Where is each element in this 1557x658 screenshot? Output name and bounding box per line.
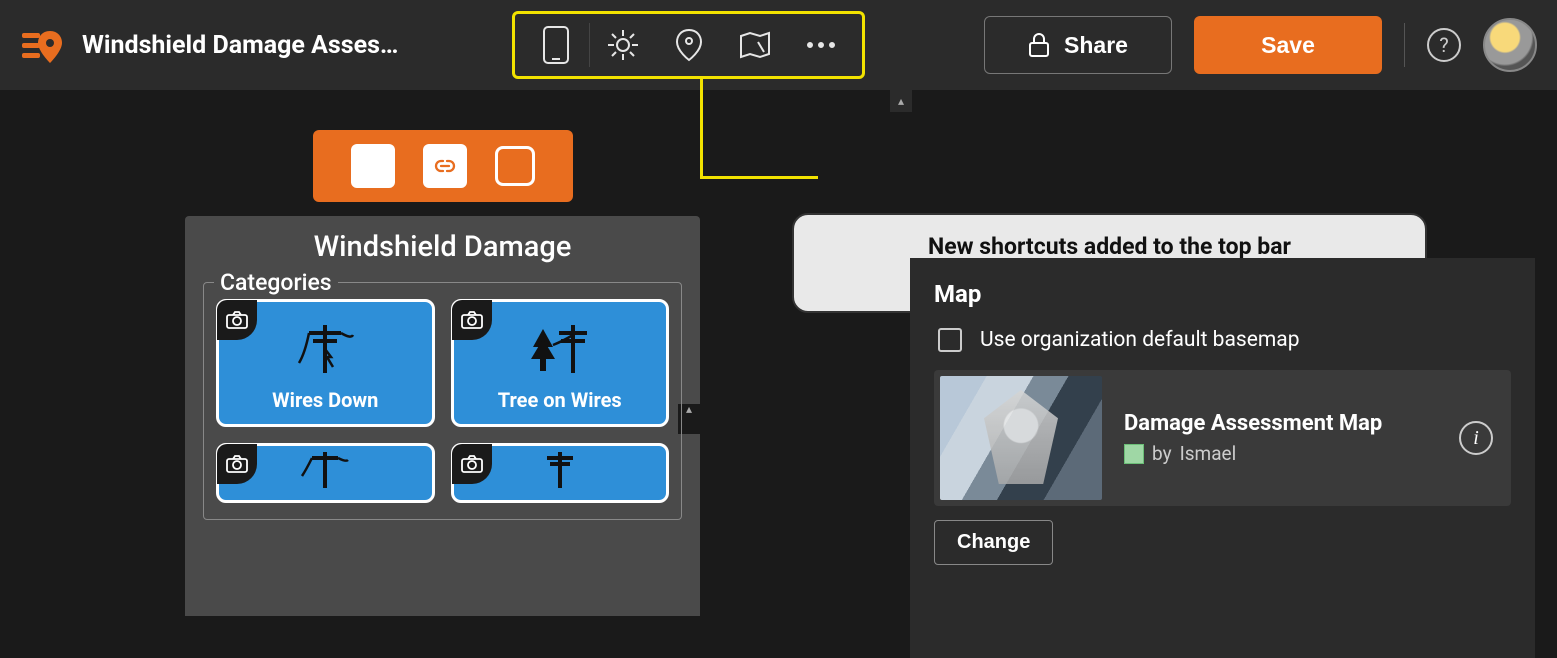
builder-mode-bar <box>313 130 573 202</box>
form-builder-panel: ▴ Windshield Damage Categories Wires Dow… <box>185 90 700 538</box>
map-info-button[interactable]: i <box>1459 421 1493 455</box>
phone-icon <box>543 26 569 64</box>
user-avatar[interactable] <box>1483 18 1537 72</box>
map-meta: Damage Assessment Map by Ismael <box>1124 411 1382 465</box>
tree-on-wires-icon <box>525 310 595 388</box>
info-icon: i <box>1473 427 1479 450</box>
camera-badge <box>217 300 257 340</box>
selected-map-card: Damage Assessment Map by Ismael i <box>934 370 1511 506</box>
category-tree-on-wires[interactable]: Tree on Wires <box>451 299 670 427</box>
category-label: Tree on Wires <box>498 388 622 412</box>
gear-icon <box>606 28 640 62</box>
category-card-4[interactable] <box>451 443 670 503</box>
map-button[interactable] <box>722 15 788 75</box>
topbar: Windshield Damage Asses… Share Save ? <box>0 0 1557 90</box>
camera-badge <box>452 300 492 340</box>
map-icon <box>738 30 772 60</box>
link-icon <box>432 157 458 175</box>
map-settings-panel: Map Use organization default basemap Dam… <box>910 258 1535 658</box>
ellipsis-icon <box>806 41 836 49</box>
category-label: Wires Down <box>272 388 378 412</box>
category-wires-down[interactable]: Wires Down <box>216 299 435 427</box>
content: ▴ ▴ Windshield Damage Categories <box>0 90 1557 538</box>
layers-pin-icon <box>673 27 705 63</box>
outline-mode-button[interactable] <box>495 146 535 186</box>
map-author: Ismael <box>1180 442 1237 465</box>
pole-icon <box>300 448 350 488</box>
wires-down-icon <box>295 310 355 388</box>
categories-fieldset: Categories Wires Down <box>203 282 682 520</box>
camera-icon <box>461 311 483 329</box>
settings-button[interactable] <box>590 15 656 75</box>
save-button[interactable]: Save <box>1194 16 1382 74</box>
default-basemap-label: Use organization default basemap <box>980 328 1300 352</box>
scrollbar-up-icon[interactable]: ▴ <box>890 90 912 112</box>
topbar-divider <box>1404 23 1405 67</box>
author-badge-icon <box>1124 444 1144 464</box>
default-basemap-checkbox[interactable] <box>938 328 962 352</box>
app-title: Windshield Damage Asses… <box>82 31 398 60</box>
camera-icon <box>226 455 248 473</box>
camera-icon <box>226 311 248 329</box>
map-thumbnail <box>940 376 1102 500</box>
app-logo-icon <box>20 23 64 67</box>
square-icon <box>360 153 386 179</box>
layers-button[interactable] <box>656 15 722 75</box>
topbar-right: Share Save ? <box>984 0 1537 90</box>
lock-icon <box>1028 32 1050 58</box>
toolbar-shortcuts <box>512 11 865 79</box>
default-basemap-row: Use organization default basemap <box>938 328 1511 352</box>
scroll-up-icon: ▴ <box>686 404 692 414</box>
preview-button[interactable] <box>523 15 589 75</box>
camera-badge <box>217 444 257 484</box>
change-map-button[interactable]: Change <box>934 520 1053 565</box>
map-by-prefix: by <box>1152 442 1172 465</box>
share-label: Share <box>1064 32 1128 59</box>
camera-icon <box>461 455 483 473</box>
map-name: Damage Assessment Map <box>1124 411 1382 436</box>
share-button[interactable]: Share <box>984 16 1172 74</box>
categories-legend: Categories <box>214 269 338 296</box>
camera-badge <box>452 444 492 484</box>
pole-icon <box>535 448 585 488</box>
map-section-title: Map <box>934 280 1511 308</box>
help-button[interactable]: ? <box>1427 28 1461 62</box>
question-icon: ? <box>1439 33 1448 57</box>
page-mode-button[interactable] <box>351 144 395 188</box>
map-author-row: by Ismael <box>1124 442 1382 465</box>
form-title: Windshield Damage <box>203 230 682 264</box>
category-card-3[interactable] <box>216 443 435 503</box>
form-card: ▴ Windshield Damage Categories Wires Dow… <box>185 216 700 616</box>
link-mode-button[interactable] <box>423 144 467 188</box>
more-button[interactable] <box>788 15 854 75</box>
